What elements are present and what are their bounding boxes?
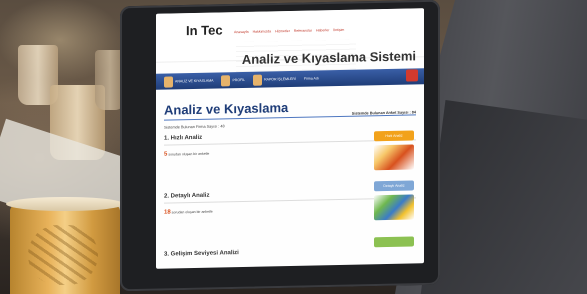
- development-analysis-button[interactable]: [374, 236, 414, 248]
- firm-count: Sistemde Bulunan Firma Sayısı : 48: [164, 124, 225, 130]
- quick-analysis-button[interactable]: Hızlı Analiz: [374, 130, 414, 142]
- question-count: 18: [164, 209, 171, 216]
- site-logo[interactable]: In Tec: [186, 22, 223, 38]
- analysis-section: 3. Gelişim Seviyesi Analizi: [164, 246, 416, 258]
- section-title: 3. Gelişim Seviyesi Analizi: [164, 250, 239, 258]
- avatar: [221, 74, 231, 86]
- bar-item[interactable]: ANALİZ VE KIYASLAMA: [164, 75, 213, 88]
- analysis-illustration: [374, 194, 414, 221]
- bar-item[interactable]: PROFİL: [221, 74, 245, 86]
- analysis-illustration: [374, 144, 414, 171]
- detailed-analysis-button[interactable]: Detaylı Analiz: [374, 180, 414, 192]
- avatar: [164, 75, 173, 88]
- user-bar: ANALİZ VE KIYASLAMA PROFİL RAPOR İŞLEMLE…: [156, 68, 424, 90]
- section-heading: Analiz ve Kıyaslama: [164, 100, 289, 118]
- nav-item[interactable]: Haberler: [316, 28, 329, 32]
- person-arm: [420, 100, 587, 294]
- logout-icon[interactable]: [406, 69, 418, 82]
- nav-item[interactable]: İletişim: [333, 28, 344, 32]
- paper-cup: [6, 197, 124, 294]
- question-count: 5: [164, 151, 168, 158]
- avatar: [253, 74, 263, 86]
- top-nav: Anasayfa Hakkımızda Hizmetler Referansla…: [234, 28, 344, 34]
- nav-item[interactable]: Hizmetler: [275, 29, 290, 33]
- nav-item[interactable]: Referanslar: [294, 29, 312, 33]
- nav-item[interactable]: Anasayfa: [234, 30, 249, 34]
- bar-item[interactable]: RAPOR İŞLEMLERİ: [253, 73, 296, 86]
- laptop-screen: In Tec Anasayfa Hakkımızda Hizmetler Ref…: [156, 8, 424, 269]
- page-title: Analiz ve Kıyaslama Sistemi: [241, 48, 416, 68]
- nav-item[interactable]: Hakkımızda: [253, 29, 271, 33]
- bar-item: Firma Adı: [303, 76, 319, 81]
